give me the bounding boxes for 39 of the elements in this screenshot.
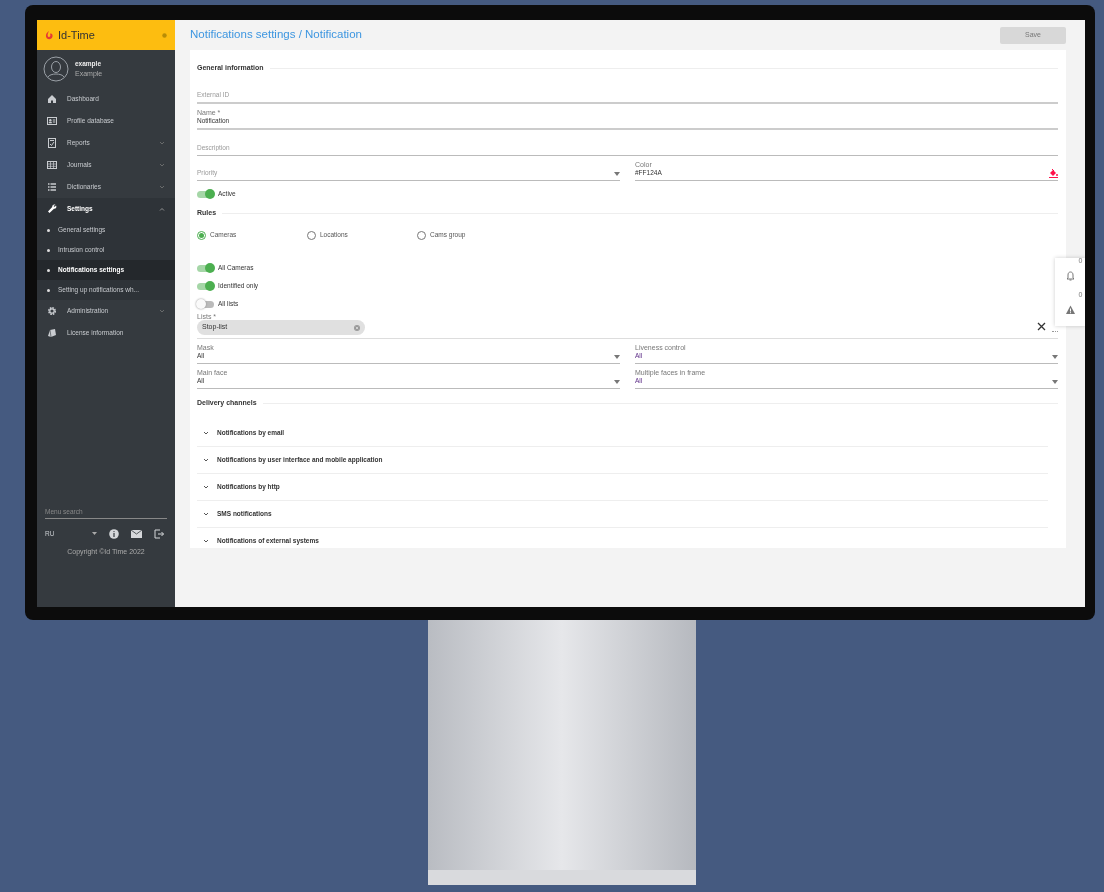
- dropdown-caret-icon: [614, 172, 620, 176]
- bullet-icon: [47, 228, 50, 232]
- paint-bucket-icon[interactable]: [1049, 168, 1058, 178]
- table-icon: [47, 160, 57, 170]
- wrench-icon: [47, 204, 57, 214]
- bullet-icon: [47, 248, 50, 252]
- chevron-down-icon: [203, 512, 209, 516]
- avatar-icon: [43, 56, 69, 82]
- list-icon: [47, 182, 57, 192]
- mail-icon[interactable]: [131, 529, 142, 538]
- logout-icon[interactable]: [154, 528, 164, 539]
- toggle-switch[interactable]: [197, 264, 214, 272]
- dropdown-caret-icon: [614, 355, 620, 359]
- close-icon[interactable]: [1037, 321, 1046, 331]
- brand-name: Id-Time: [58, 27, 95, 43]
- chevron-down-icon: [203, 431, 209, 435]
- chevron-down-icon: [203, 458, 209, 462]
- gear-icon: [47, 306, 57, 316]
- toggle-switch[interactable]: [197, 300, 214, 308]
- bullet-icon: [47, 288, 50, 292]
- report-icon: [47, 138, 57, 148]
- bullet-icon: [47, 268, 50, 272]
- license-icon: [47, 328, 57, 338]
- remove-icon: [354, 324, 360, 331]
- page-title: Notifications settings / Notification: [190, 27, 362, 43]
- caret-icon: [92, 532, 97, 535]
- bell-icon[interactable]: [1065, 270, 1075, 281]
- dropdown-caret-icon: [1052, 355, 1058, 359]
- toggle-switch[interactable]: [197, 282, 214, 290]
- toggle-switch[interactable]: [197, 190, 214, 198]
- home-icon: [47, 94, 57, 104]
- chevron-down-icon: [203, 485, 209, 489]
- dropdown-caret-icon: [1052, 380, 1058, 384]
- info-icon[interactable]: [109, 528, 119, 539]
- id-card-icon: [47, 116, 57, 126]
- chevron-down-icon: [203, 539, 209, 543]
- logo-icon: [45, 30, 53, 40]
- warning-icon[interactable]: [1065, 304, 1075, 315]
- dropdown-caret-icon: [614, 380, 620, 384]
